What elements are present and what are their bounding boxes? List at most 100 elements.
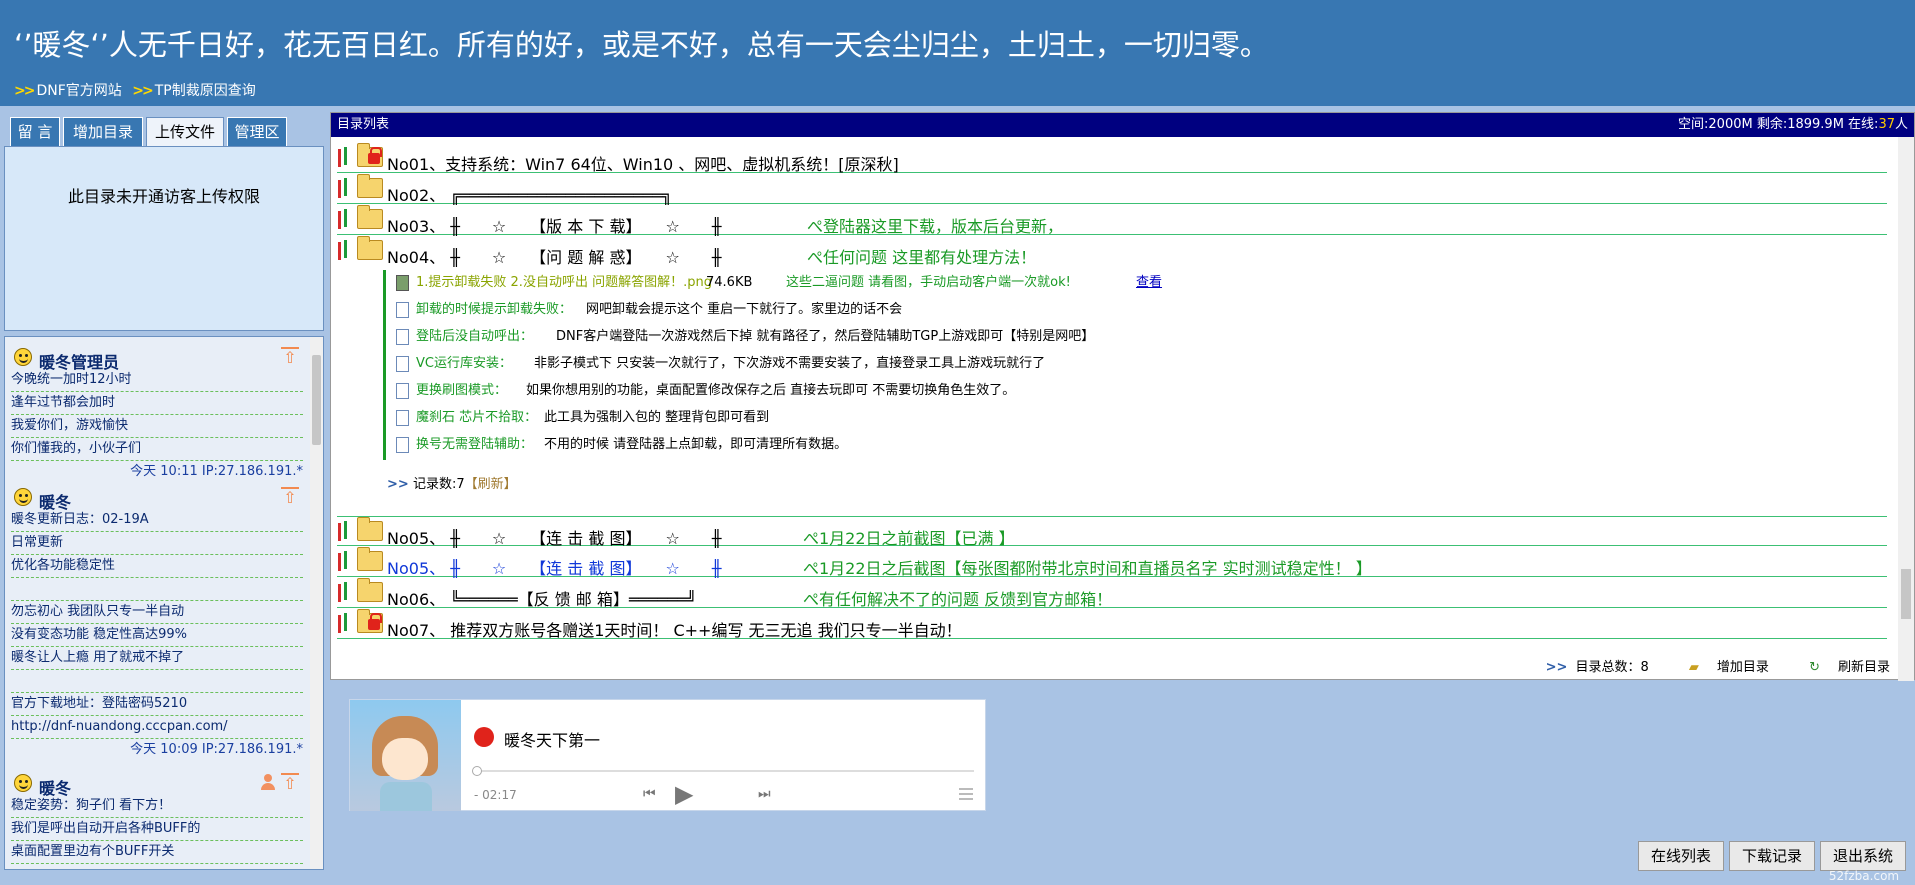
file-name[interactable]: 1.提示卸载失败 2.没自动呼出 问题解答图解！.png: [416, 272, 712, 294]
progress-handle[interactable]: [472, 766, 482, 776]
page-title: ‘’暖冬‘’人无千日好，花无百日红。所有的好，或是不好，总有一天会尘归尘，土归土…: [14, 28, 1269, 62]
directory-row[interactable]: No03、 ╫ ☆ 【版 本 下 载】 ☆ ╫ ぺ登陆器这里下载，版本后台更新，: [337, 205, 1887, 237]
music-player: 暖冬天下第一 - 02:17 ⏮ ▶ ⏭: [349, 699, 986, 811]
file-name[interactable]: 换号无需登陆辅助：: [416, 434, 533, 456]
message-author: 暖冬管理员: [39, 353, 120, 372]
directory-row[interactable]: No01、支持系统：Win7 64位、Win10 、网吧、虚拟机系统！[原深秋]: [337, 143, 1887, 175]
folder-icon: [357, 578, 383, 602]
file-desc: 不用的时候 请登陆器上点卸载，即可清理所有数据。: [544, 437, 848, 452]
directory-label[interactable]: No06、 ╚══════【反 馈 邮 箱】══════╝: [387, 586, 696, 610]
tab-message[interactable]: 留 言: [10, 117, 60, 147]
dnf-official-link[interactable]: DNF官方网站: [36, 83, 121, 99]
file-size: 74.6KB: [706, 275, 753, 290]
arrow-icon: >>: [1545, 660, 1568, 675]
scrollbar-thumb[interactable]: [1901, 569, 1911, 619]
top-arrow-icon[interactable]: ⇧: [281, 487, 299, 507]
directory-label[interactable]: No05、 ╫ ☆ 【连 击 截 图】 ☆ ╫: [387, 525, 721, 549]
sort-icon[interactable]: [337, 521, 351, 541]
file-desc: 非影子模式下 只安装一次就行了，下次游戏不需要安装了，直接登录工具上游戏玩就行了: [534, 356, 1046, 371]
online-count: 37: [1878, 117, 1895, 132]
progress-bar[interactable]: [476, 770, 974, 772]
message-line: http://dnf-nuandong.cccpan.com/: [11, 716, 303, 739]
album-cover: [350, 700, 461, 811]
netease-music-icon: [474, 727, 494, 747]
message-line: 桌面配置里边有个BUFF开关: [11, 841, 303, 864]
tab-admin[interactable]: 管理区: [227, 117, 287, 147]
directory-row[interactable]: No07、 推荐双方账号各赠送1天时间！ C++编写 无三无追 我们只专一半自动…: [337, 609, 1887, 641]
refresh-icon: ↻: [1809, 660, 1820, 675]
message-author: 暖冬: [39, 779, 72, 798]
view-link[interactable]: 查看: [1136, 272, 1162, 294]
file-desc: 如果你想用别的功能，桌面配置修改保存之后 直接去玩即可 不需要切换角色生效了。: [526, 383, 1016, 398]
play-icon[interactable]: ▶: [675, 780, 693, 808]
message-line: 勿忘初心 我团队只专一半自动: [11, 601, 303, 624]
smiley-icon: [14, 774, 32, 792]
directory-label[interactable]: No03、 ╫ ☆ 【版 本 下 载】 ☆ ╫: [387, 213, 721, 237]
sort-icon[interactable]: [337, 613, 351, 633]
file-name[interactable]: 卸载的时候提示卸载失败：: [416, 299, 572, 321]
directory-row[interactable]: No02、 ╔═════════════════════╗: [337, 174, 1887, 206]
tab-upload[interactable]: 上传文件: [146, 117, 224, 148]
arrow-icon: >>: [132, 83, 154, 99]
directory-label[interactable]: No01、支持系统：Win7 64位、Win10 、网吧、虚拟机系统！[原深秋]: [387, 151, 899, 175]
directory-total: 目录总数：8: [1575, 660, 1649, 675]
download-records-button[interactable]: 下载记录: [1729, 841, 1815, 871]
previous-icon[interactable]: ⏮: [643, 786, 656, 802]
header: ‘’暖冬‘’人无千日好，花无百日红。所有的好，或是不好，总有一天会尘归尘，土归土…: [0, 0, 1915, 106]
file-name[interactable]: 更换刷图模式：: [416, 380, 507, 402]
directory-label[interactable]: No07、 推荐双方账号各赠送1天时间！ C++编写 无三无追 我们只专一半自动…: [387, 617, 962, 641]
tp-query-link[interactable]: TP制裁原因查询: [155, 83, 256, 99]
record-count-label: 记录数:7: [412, 477, 465, 492]
refresh-link[interactable]: 【刷新】: [465, 477, 517, 492]
watermark: 52fzba.com: [1819, 843, 1909, 883]
playlist-icon[interactable]: [959, 788, 973, 800]
directory-row[interactable]: No05、 ╫ ☆ 【连 击 截 图】 ☆ ╫ ぺ1月22日之前截图【已满 】: [337, 516, 1887, 549]
add-directory-label: 增加目录: [1716, 660, 1769, 675]
online-list-button[interactable]: 在线列表: [1638, 841, 1724, 871]
directory-row[interactable]: No05、 ╫ ☆ 【连 击 截 图】 ☆ ╫ ぺ1月22日之后截图【每张图都附带…: [337, 547, 1887, 579]
smiley-icon: [14, 488, 32, 506]
upload-permission-message: 此目录未开通访客上传权限: [67, 187, 260, 206]
remaining-time: - 02:17: [474, 788, 517, 802]
directory-footer: >> 目录总数：8 ▰ 增加目录 ↻ 刷新目录: [1546, 656, 1890, 675]
tab-add-directory[interactable]: 增加目录: [63, 117, 143, 147]
directory-title-bar: 目录列表 空间:2000M 剩余:1899.9M 在线:37人: [331, 113, 1914, 137]
refresh-directory-button[interactable]: ↻ 刷新目录: [1791, 660, 1890, 675]
file-name[interactable]: 魔刹石 芯片不拾取：: [416, 407, 537, 429]
sort-icon[interactable]: [337, 551, 351, 571]
directory-row[interactable]: No06、 ╚══════【反 馈 邮 箱】══════╝ ぺ有任何解决不了的问题…: [337, 578, 1887, 610]
message-item: 暖冬 ⇧ 稳定姿势：狗子们 看下方！ 我们是呼出自动开启各种BUFF的 桌面配置里…: [11, 769, 303, 864]
directory-label[interactable]: No05、 ╫ ☆ 【连 击 截 图】 ☆ ╫: [387, 555, 721, 579]
message-scrollbar[interactable]: [310, 337, 323, 869]
sort-icon[interactable]: [337, 582, 351, 602]
file-icon: [396, 410, 409, 426]
message-line: [11, 670, 303, 693]
space-stats-text: 空间:2000M 剩余:1899.9M 在线:: [1678, 117, 1879, 132]
image-file-icon: [396, 275, 409, 291]
directory-scrollbar[interactable]: [1898, 137, 1914, 681]
sort-icon[interactable]: [337, 147, 351, 167]
message-line: 优化各功能稳定性: [11, 555, 303, 578]
message-line: 没有变态功能 稳定性高达99%: [11, 624, 303, 647]
sort-icon[interactable]: [337, 178, 351, 198]
message-board: 暖冬管理员 ⇧ 今晚统一加时12小时 逢年过节都会加时 我爱你们，游戏愉快 你们懂…: [4, 336, 324, 870]
sort-icon[interactable]: [337, 209, 351, 229]
folder-icon: [357, 547, 383, 571]
directory-row[interactable]: No04、 ╫ ☆ 【问 题 解 惑】 ☆ ╫ ぺ任何问题 这里都有处理方法！: [337, 236, 1887, 268]
file-name[interactable]: VC运行库安装：: [416, 353, 512, 375]
scrollbar-thumb[interactable]: [312, 355, 321, 445]
top-arrow-icon[interactable]: ⇧: [281, 347, 299, 367]
top-arrow-icon[interactable]: ⇧: [281, 773, 299, 793]
file-list: 1.提示卸载失败 2.没自动呼出 问题解答图解！.png 74.6KB 这些二逼问题…: [383, 270, 1383, 460]
add-directory-button[interactable]: ▰ 增加目录: [1671, 660, 1769, 675]
sort-icon[interactable]: [337, 240, 351, 260]
record-count: >> 记录数:7【刷新】: [387, 473, 517, 492]
add-folder-icon: ▰: [1688, 660, 1699, 675]
directory-label[interactable]: No02、 ╔═════════════════════╗: [387, 182, 672, 206]
message-line: 日常更新: [11, 532, 303, 555]
file-name[interactable]: 登陆后没自动呼出：: [416, 326, 533, 348]
next-icon[interactable]: ⏭: [758, 786, 771, 802]
arrow-icon: >>: [14, 83, 36, 99]
directory-label[interactable]: No04、 ╫ ☆ 【问 题 解 惑】 ☆ ╫: [387, 244, 721, 268]
user-icon[interactable]: [261, 774, 275, 790]
